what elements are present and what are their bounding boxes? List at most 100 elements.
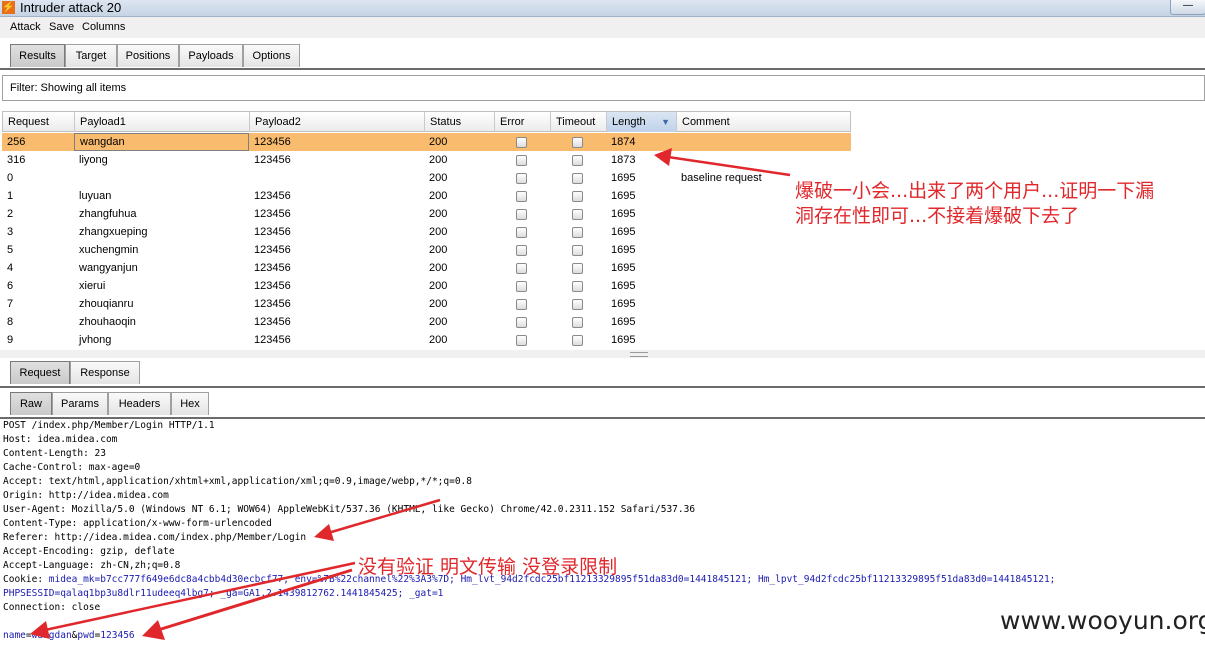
tab-options[interactable]: Options — [243, 44, 300, 67]
filter-bar[interactable]: Filter: Showing all items — [2, 75, 1205, 101]
cell-payload2: 123456 — [254, 136, 291, 148]
tab-params[interactable]: Params — [52, 392, 108, 415]
cell-status: 200 — [429, 226, 448, 238]
timeout-checkbox[interactable] — [572, 281, 583, 292]
menu-columns[interactable]: Columns — [82, 21, 125, 33]
timeout-checkbox[interactable] — [572, 317, 583, 328]
timeout-checkbox[interactable] — [572, 227, 583, 238]
cell-request: 4 — [7, 262, 14, 274]
error-checkbox[interactable] — [516, 191, 527, 202]
timeout-checkbox[interactable] — [572, 209, 583, 220]
error-checkbox[interactable] — [516, 263, 527, 274]
error-checkbox[interactable] — [516, 281, 527, 292]
cell-length: 1873 — [611, 154, 636, 166]
cell-status: 200 — [429, 334, 448, 346]
cell-request: 9 — [7, 334, 14, 346]
col-length-label: Length — [612, 116, 646, 128]
cell-length: 1695 — [611, 334, 636, 346]
cell-status: 200 — [429, 316, 448, 328]
cell-payload1: zhangfuhua — [79, 208, 137, 220]
col-payload1[interactable]: Payload1 — [75, 112, 250, 132]
tab-request[interactable]: Request — [10, 361, 70, 384]
error-checkbox[interactable] — [516, 173, 527, 184]
error-checkbox[interactable] — [516, 299, 527, 310]
error-checkbox[interactable] — [516, 245, 527, 256]
table-row[interactable]: 2 zhangfuhua 123456 200 1695 — [2, 205, 851, 223]
view-tab-bar: Raw Params Headers Hex — [0, 390, 1205, 419]
cell-payload1: luyuan — [79, 190, 112, 202]
timeout-checkbox[interactable] — [572, 173, 583, 184]
table-row[interactable]: 7 zhouqianru 123456 200 1695 — [2, 295, 851, 313]
cookie-line-2: PHPSESSID=qalaq1bp3u8dlr11udeeq4lbg7; _g… — [3, 587, 443, 601]
error-checkbox[interactable] — [516, 317, 527, 328]
burp-app-icon: ⚡ — [2, 1, 15, 14]
timeout-checkbox[interactable] — [572, 299, 583, 310]
timeout-checkbox[interactable] — [572, 335, 583, 346]
table-row[interactable]: 5 xuchengmin 123456 200 1695 — [2, 241, 851, 259]
cell-length: 1695 — [611, 316, 636, 328]
pane-splitter[interactable] — [0, 350, 1205, 358]
cell-status: 200 — [429, 190, 448, 202]
cell-payload1 — [74, 169, 249, 187]
table-row[interactable]: 8 zhouhaoqin 123456 200 1695 — [2, 313, 851, 331]
error-checkbox[interactable] — [516, 335, 527, 346]
col-status[interactable]: Status — [425, 112, 495, 132]
raw-line: Content-Type: application/x-www-form-url… — [3, 518, 272, 529]
table-row[interactable]: 4 wangyanjun 123456 200 1695 — [2, 259, 851, 277]
cell-length: 1695 — [611, 280, 636, 292]
col-request[interactable]: Request — [3, 112, 75, 132]
cell-payload1: zhouqianru — [79, 298, 134, 310]
col-error[interactable]: Error — [495, 112, 551, 132]
table-row[interactable]: 6 xierui 123456 200 1695 — [2, 277, 851, 295]
timeout-checkbox[interactable] — [572, 137, 583, 148]
cell-request: 7 — [7, 298, 14, 310]
col-comment[interactable]: Comment — [677, 112, 852, 132]
tab-response[interactable]: Response — [70, 361, 140, 384]
menu-save[interactable]: Save — [49, 21, 74, 33]
col-length[interactable]: Length ▼ — [607, 112, 677, 132]
cell-payload2: 123456 — [254, 298, 291, 310]
timeout-checkbox[interactable] — [572, 155, 583, 166]
cell-length: 1695 — [611, 172, 636, 184]
col-timeout[interactable]: Timeout — [551, 112, 607, 132]
table-row[interactable]: 256 wangdan 123456 200 1874 — [2, 133, 851, 151]
table-row[interactable]: 0 200 1695 baseline request — [2, 169, 851, 187]
tab-target[interactable]: Target — [65, 44, 117, 67]
cell-comment — [676, 313, 851, 331]
error-checkbox[interactable] — [516, 227, 527, 238]
tab-headers[interactable]: Headers — [108, 392, 171, 415]
raw-line: Origin: http://idea.midea.com — [3, 490, 169, 501]
cell-request: 316 — [7, 154, 26, 166]
watermark: www.wooyun.org — [1000, 606, 1205, 635]
timeout-checkbox[interactable] — [572, 191, 583, 202]
cell-payload1: zhouhaoqin — [79, 316, 136, 328]
col-payload2[interactable]: Payload2 — [250, 112, 425, 132]
tab-positions[interactable]: Positions — [117, 44, 179, 67]
tab-raw[interactable]: Raw — [10, 392, 52, 415]
tab-payloads[interactable]: Payloads — [179, 44, 243, 67]
error-checkbox[interactable] — [516, 155, 527, 166]
table-row[interactable]: 3 zhangxueping 123456 200 1695 — [2, 223, 851, 241]
menu-attack[interactable]: Attack — [10, 21, 41, 33]
connection-line: Connection: close — [3, 602, 101, 613]
raw-line: Referer: http://idea.midea.com/index.php… — [3, 532, 307, 543]
cell-length: 1695 — [611, 226, 636, 238]
timeout-checkbox[interactable] — [572, 245, 583, 256]
cell-payload2: 123456 — [254, 262, 291, 274]
timeout-checkbox[interactable] — [572, 263, 583, 274]
minimize-button[interactable]: — — [1170, 0, 1205, 15]
cell-payload2: 123456 — [254, 208, 291, 220]
raw-line: Content-Length: 23 — [3, 448, 106, 459]
error-checkbox[interactable] — [516, 137, 527, 148]
table-row[interactable]: 9 jvhong 123456 200 1695 — [2, 331, 851, 349]
table-row[interactable]: 1 luyuan 123456 200 1695 — [2, 187, 851, 205]
cell-payload1: wangdan — [74, 133, 249, 151]
error-checkbox[interactable] — [516, 209, 527, 220]
cell-payload2: 123456 — [254, 190, 291, 202]
cell-payload1: zhangxueping — [79, 226, 148, 238]
table-row[interactable]: 316 liyong 123456 200 1873 — [2, 151, 851, 169]
tab-hex[interactable]: Hex — [171, 392, 209, 415]
splitter-grip-icon[interactable] — [630, 352, 648, 357]
tab-results[interactable]: Results — [10, 44, 65, 67]
cell-request: 256 — [7, 136, 26, 148]
